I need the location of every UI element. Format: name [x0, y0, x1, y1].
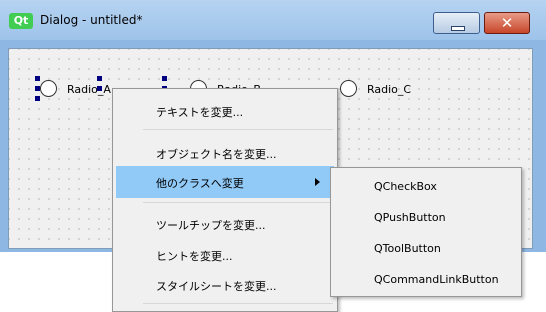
menu-item-label: オブジェクト名を変更... [156, 148, 277, 161]
submenu-item-qtoolbutton[interactable]: QToolButton [331, 233, 521, 264]
selection-handle[interactable] [35, 96, 40, 101]
selection-handle[interactable] [35, 76, 40, 81]
radio-a-indicator[interactable] [40, 80, 57, 97]
submenu-item-label: QPushButton [374, 211, 446, 224]
menu-item-change-tooltip[interactable]: ツールチップを変更... [113, 208, 337, 240]
selection-handle[interactable] [97, 76, 102, 81]
window-title: Dialog - untitled* [40, 13, 143, 27]
menu-separator [143, 303, 333, 304]
minimize-button[interactable] [433, 12, 480, 34]
radio-a-label: Radio_A [67, 83, 111, 96]
qt-logo-icon: Qt [9, 13, 33, 29]
radio-c-label: Radio_C [367, 83, 412, 96]
close-button[interactable]: ✕ [484, 12, 530, 34]
menu-item-label: ヒントを変更... [156, 250, 233, 263]
morph-submenu: QCheckBox QPushButton QToolButton QComma… [330, 167, 522, 297]
submenu-item-label: QToolButton [374, 242, 441, 255]
title-bar[interactable]: Qt Dialog - untitled* ✕ [0, 0, 546, 40]
menu-item-morph-into[interactable]: 他のクラスへ変更 [116, 166, 334, 198]
menu-item-label: 他のクラスへ変更 [156, 177, 244, 190]
submenu-item-label: QCheckBox [374, 180, 437, 193]
menu-separator [143, 129, 333, 130]
submenu-item-label: QCommandLinkButton [374, 273, 499, 286]
menu-separator [143, 202, 333, 203]
submenu-item-qcheckbox[interactable]: QCheckBox [331, 171, 521, 202]
context-menu: テキストを変更... オブジェクト名を変更... 他のクラスへ変更 ツールチップ… [112, 88, 338, 312]
selection-handle[interactable] [35, 86, 40, 91]
menu-item-label: ツールチップを変更... [156, 219, 266, 232]
menu-item-label: スタイルシートを変更... [156, 280, 277, 293]
submenu-item-qcommandlinkbutton[interactable]: QCommandLinkButton [331, 264, 521, 295]
selection-handle[interactable] [162, 76, 167, 81]
menu-item-change-stylesheet[interactable]: スタイルシートを変更... [113, 269, 337, 301]
radio-c-indicator[interactable] [340, 80, 357, 97]
selection-handle[interactable] [97, 86, 102, 91]
menu-item-change-object-name[interactable]: オブジェクト名を変更... [113, 137, 337, 169]
menu-item-change-whats-this[interactable]: ヒントを変更... [113, 239, 337, 271]
submenu-arrow-icon [315, 178, 320, 186]
submenu-item-qpushbutton[interactable]: QPushButton [331, 202, 521, 233]
menu-item-change-text[interactable]: テキストを変更... [113, 95, 337, 127]
menu-item-label: テキストを変更... [156, 106, 244, 119]
